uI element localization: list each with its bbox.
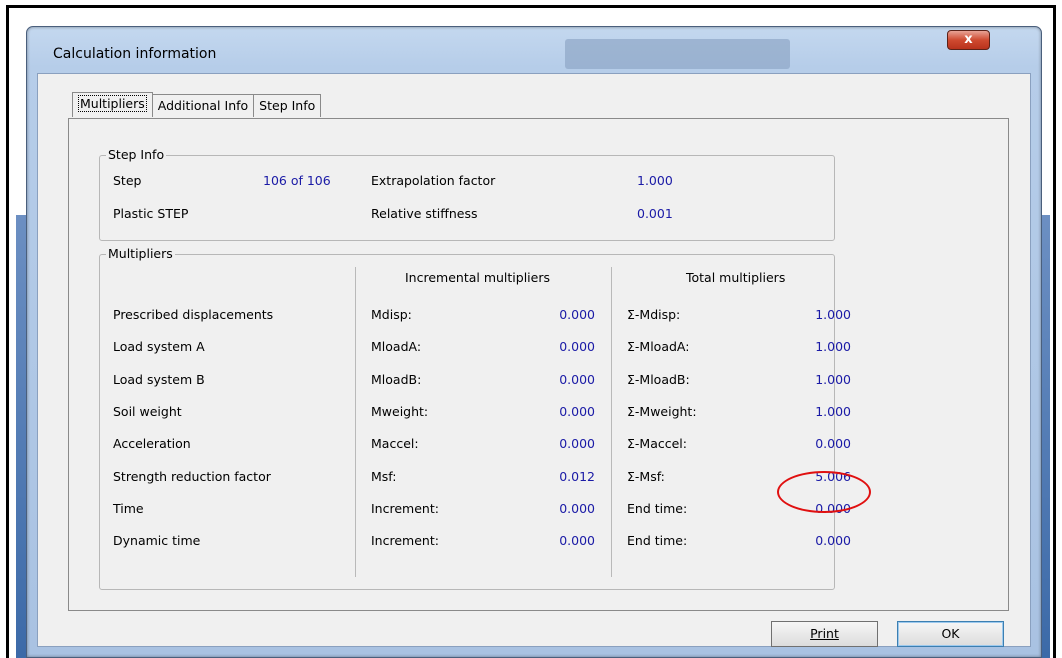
extrapolation-factor-label: Extrapolation factor — [371, 173, 496, 188]
highlight-circle — [777, 471, 871, 513]
extrapolation-factor-value: 1.000 — [637, 173, 673, 188]
incremental-multiplier-label: Mdisp: — [371, 307, 412, 322]
print-button[interactable]: Print — [771, 621, 878, 647]
multiplier-row-name: Load system A — [113, 339, 205, 355]
multiplier-row-name: Prescribed displacements — [113, 307, 274, 322]
incremental-multiplier-label: Increment: — [371, 500, 439, 516]
total-multiplier-label: Σ-Mdisp: — [627, 307, 681, 322]
incremental-multiplier-value: 0.000 — [559, 371, 595, 387]
title-bar[interactable]: Calculation information x — [27, 27, 1041, 73]
incremental-multiplier-value: 0.000 — [559, 436, 595, 452]
tab-strip: Multipliers Additional Info Step Info — [72, 92, 322, 118]
calculation-information-dialog: Calculation information x Multipliers Ad… — [26, 26, 1042, 658]
relative-stiffness-value: 0.001 — [637, 206, 673, 221]
ok-button-label: OK — [941, 626, 960, 641]
column-divider — [355, 267, 356, 577]
incremental-multiplier-value: 0.000 — [559, 307, 595, 322]
relative-stiffness-label: Relative stiffness — [371, 206, 478, 221]
incremental-multiplier-label: Mweight: — [371, 403, 429, 419]
incremental-multiplier-value: 0.000 — [559, 339, 595, 355]
total-multiplier-label: Σ-MloadB: — [627, 371, 690, 387]
multipliers-group-title: Multipliers — [106, 246, 175, 261]
incremental-multiplier-value: 0.000 — [559, 500, 595, 516]
total-multiplier-value: 0.000 — [815, 533, 851, 549]
total-multiplier-value: 1.000 — [815, 339, 851, 355]
tab-multipliers-label: Multipliers — [78, 95, 147, 112]
total-multiplier-value: 1.000 — [815, 307, 851, 322]
plastic-step-label: Plastic STEP — [113, 206, 189, 221]
total-multiplier-label: Σ-Mweight: — [627, 403, 697, 419]
total-multiplier-label: End time: — [627, 533, 688, 549]
total-multipliers-header: Total multipliers — [686, 270, 786, 285]
ok-button[interactable]: OK — [897, 621, 1004, 647]
total-multiplier-label: End time: — [627, 500, 688, 516]
step-value: 106 of 106 — [263, 173, 331, 188]
incremental-multiplier-value: 0.000 — [559, 403, 595, 419]
multiplier-row-name: Soil weight — [113, 403, 182, 419]
multipliers-tab-panel: Step Info Step 106 of 106 Extrapolation … — [68, 118, 1009, 611]
incremental-multiplier-label: MloadB: — [371, 371, 422, 387]
close-button[interactable]: x — [947, 30, 990, 50]
step-info-group-title: Step Info — [106, 147, 167, 162]
tab-step-info[interactable]: Step Info — [253, 94, 322, 117]
multiplier-row-name: Load system B — [113, 371, 205, 387]
total-multiplier-value: 1.000 — [815, 403, 851, 419]
incremental-multiplier-label: Increment: — [371, 533, 439, 549]
total-multiplier-label: Σ-Maccel: — [627, 436, 687, 452]
incremental-multiplier-value: 0.012 — [559, 468, 595, 484]
title-bar-glass — [565, 39, 790, 69]
window-title: Calculation information — [53, 46, 217, 62]
tab-multipliers[interactable]: Multipliers — [72, 92, 153, 117]
multipliers-group: Multipliers Incremental multipliers Tota… — [99, 246, 851, 590]
incremental-multiplier-label: Msf: — [371, 468, 397, 484]
total-multiplier-value: 0.000 — [815, 436, 851, 452]
total-multiplier-label: Σ-Msf: — [627, 468, 665, 484]
multiplier-row-name: Acceleration — [113, 436, 191, 452]
incremental-multiplier-label: Maccel: — [371, 436, 419, 452]
incremental-multiplier-label: MloadA: — [371, 339, 422, 355]
multiplier-row-name: Strength reduction factor — [113, 468, 271, 484]
dialog-client-area: Multipliers Additional Info Step Info St… — [37, 73, 1031, 647]
tab-additional-info[interactable]: Additional Info — [151, 94, 255, 117]
incremental-multiplier-value: 0.000 — [559, 533, 595, 549]
total-multiplier-value: 1.000 — [815, 371, 851, 387]
step-info-group: Step Info Step 106 of 106 Extrapolation … — [99, 147, 835, 241]
step-label: Step — [113, 173, 142, 188]
incremental-multipliers-header: Incremental multipliers — [405, 270, 551, 285]
multiplier-row-name: Dynamic time — [113, 533, 201, 549]
total-multiplier-label: Σ-MloadA: — [627, 339, 690, 355]
print-button-label: Print — [810, 626, 839, 641]
close-icon: x — [964, 32, 973, 47]
column-divider — [611, 267, 612, 577]
multiplier-row-name: Time — [113, 500, 144, 516]
